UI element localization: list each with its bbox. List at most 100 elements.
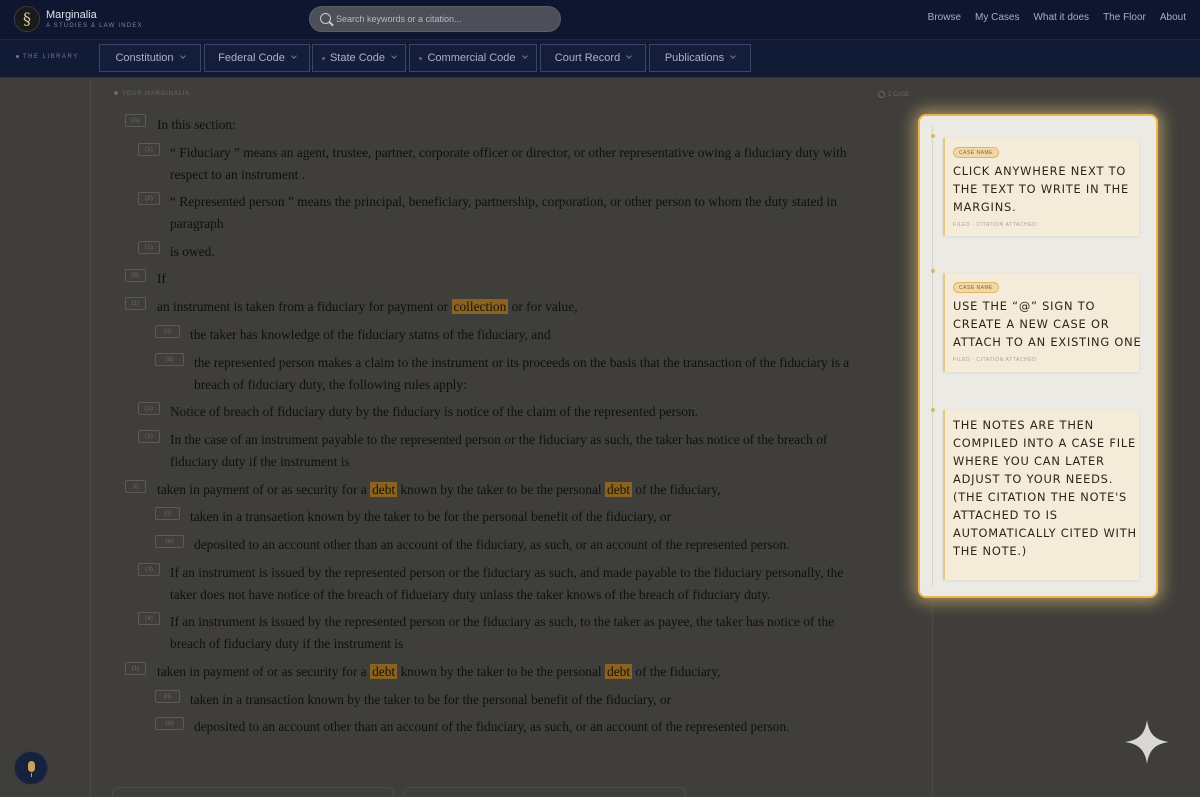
section-tag[interactable]: (2) bbox=[138, 430, 160, 443]
section-tag[interactable]: (A) bbox=[125, 114, 146, 127]
document-line[interactable]: respect to an instrument . bbox=[170, 164, 305, 186]
section-tag[interactable]: (ii) bbox=[155, 507, 180, 520]
document-line[interactable]: the taker has knowledge of the fiduciary… bbox=[190, 324, 551, 346]
top-bar: § Marginalia A STUDIES & LAW INDEX Brows… bbox=[0, 0, 1200, 40]
document-line[interactable]: If an instrument is issued by the repres… bbox=[170, 611, 834, 633]
note-meta: FILED · CITATION ATTACHED bbox=[953, 222, 1037, 228]
document-line[interactable]: If bbox=[157, 268, 166, 290]
document-line[interactable]: deposited to an account other than an ac… bbox=[194, 534, 790, 556]
category-publications[interactable]: Publications bbox=[649, 44, 751, 72]
document-line[interactable]: “ Represented person ” means the princip… bbox=[170, 191, 837, 213]
note-dot-icon bbox=[931, 269, 935, 273]
document-line[interactable]: In the case of an instrument payable to … bbox=[170, 429, 827, 451]
chevron-down-icon bbox=[730, 53, 736, 59]
note-text: WHERE YOU CAN LATER bbox=[953, 454, 1105, 468]
your-marginalia-label: YOUR MARGINALIA bbox=[114, 91, 190, 97]
note-text: COMPILED INTO A CASE FILE bbox=[953, 436, 1136, 450]
brand-tagline: A STUDIES & LAW INDEX bbox=[46, 23, 143, 29]
document-line[interactable]: deposited to an account other than an ac… bbox=[194, 716, 790, 738]
document-line[interactable]: breach of fiduciary duty, the following … bbox=[194, 374, 467, 396]
note-text: MARGINS. bbox=[953, 200, 1017, 214]
search-icon bbox=[320, 13, 331, 24]
note-text: USE THE “@” SIGN TO bbox=[953, 299, 1096, 313]
document-line[interactable]: If an instrument is issued by the repres… bbox=[170, 562, 843, 584]
nav-my-cases[interactable]: My Cases bbox=[975, 12, 1019, 23]
section-tag[interactable]: (1) bbox=[125, 297, 146, 310]
document-line[interactable]: paragraph bbox=[170, 213, 224, 235]
category-commercial-code[interactable]: Commercial Code bbox=[409, 44, 537, 72]
section-tag[interactable]: (1) bbox=[138, 241, 160, 254]
chevron-down-icon bbox=[626, 53, 633, 59]
margin-note[interactable]: CASE NAME USE THE “@” SIGN TO CREATE A N… bbox=[943, 273, 1142, 372]
section-tag[interactable]: (iii) bbox=[155, 535, 184, 548]
top-nav: Browse My Cases What it does The Floor A… bbox=[928, 12, 1186, 23]
section-tag[interactable]: (B) bbox=[125, 269, 146, 282]
section-tag[interactable]: (4) bbox=[138, 612, 160, 625]
margin-note[interactable]: THE NOTES ARE THEN COMPILED INTO A CASE … bbox=[943, 410, 1139, 580]
document-line[interactable]: Notice of breach of fiduciary duty by th… bbox=[170, 401, 698, 423]
document-line[interactable]: an instrument is taken from a fiduciary … bbox=[157, 296, 578, 318]
section-tag[interactable]: (2) bbox=[138, 192, 160, 205]
note-meta: FILED · CITATION ATTACHED bbox=[953, 357, 1037, 363]
section-tag[interactable]: (3) bbox=[138, 563, 160, 576]
brand-name[interactable]: Marginalia bbox=[46, 9, 97, 21]
note-text: ATTACHED TO IS bbox=[953, 508, 1058, 522]
nav-what-it-does[interactable]: What it does bbox=[1033, 12, 1089, 23]
category-federal-code[interactable]: Federal Code bbox=[204, 44, 310, 72]
section-tag[interactable]: (iii) bbox=[155, 353, 184, 366]
search-bar[interactable] bbox=[309, 6, 561, 32]
document-line[interactable]: taker does not have notice of the breach… bbox=[170, 584, 770, 606]
bottom-card[interactable] bbox=[404, 787, 686, 797]
highlight[interactable]: debt bbox=[605, 664, 633, 679]
document-line[interactable]: is owed. bbox=[170, 241, 215, 263]
category-state-code[interactable]: State Code bbox=[312, 44, 406, 72]
document-line[interactable]: In this section: bbox=[157, 114, 236, 136]
logo-icon[interactable]: § bbox=[14, 6, 40, 32]
section-tag[interactable]: (1) bbox=[138, 143, 160, 156]
document-line[interactable]: taken in a transaetion known by the take… bbox=[190, 506, 671, 528]
nav-the-floor[interactable]: The Floor bbox=[1103, 12, 1146, 23]
section-tag[interactable]: (1) bbox=[138, 402, 160, 415]
chevron-down-icon bbox=[179, 53, 186, 59]
sparkle-icon bbox=[1125, 720, 1169, 764]
document-line[interactable]: fiduciary duty if the instrument is bbox=[170, 451, 350, 473]
panel-divider bbox=[932, 126, 933, 586]
chevron-down-icon bbox=[391, 53, 397, 59]
section-tag[interactable]: (iii) bbox=[155, 717, 184, 730]
bullet-icon bbox=[419, 56, 423, 60]
note-text: CLICK ANYWHERE NEXT TO bbox=[953, 164, 1127, 178]
nav-about[interactable]: About bbox=[1160, 12, 1186, 23]
section-tag[interactable]: (ii) bbox=[155, 325, 180, 338]
case-name-pill[interactable]: CASE NAME bbox=[953, 147, 999, 158]
document-line[interactable]: “ Fiduciary ” means an agent, trustee, p… bbox=[170, 142, 847, 164]
note-dot-icon bbox=[931, 408, 935, 412]
category-court-record[interactable]: Court Record bbox=[540, 44, 646, 72]
note-text: ATTACH TO AN EXISTING ONE bbox=[953, 335, 1142, 349]
note-text: ADJUST TO YOUR NEEDS. bbox=[953, 472, 1114, 486]
document-line[interactable]: the represented person makes a claim to … bbox=[194, 352, 849, 374]
chevron-down-icon bbox=[521, 53, 528, 59]
document-line[interactable]: taken in payment of or as security for a… bbox=[157, 661, 720, 683]
microphone-button[interactable] bbox=[14, 751, 48, 785]
document-line[interactable]: breach of fiduciary duty if the instrume… bbox=[170, 633, 403, 655]
margin-note[interactable]: CASE NAME CLICK ANYWHERE NEXT TO THE TEX… bbox=[943, 138, 1139, 236]
dot-icon bbox=[16, 54, 19, 58]
bottom-card[interactable] bbox=[112, 787, 394, 797]
highlight[interactable]: debt bbox=[605, 482, 633, 497]
highlight[interactable]: debt bbox=[370, 664, 398, 679]
case-name-pill[interactable]: CASE NAME bbox=[953, 282, 999, 293]
highlight[interactable]: collection bbox=[451, 299, 509, 314]
section-tag[interactable]: (ii) bbox=[155, 690, 180, 703]
search-input[interactable] bbox=[336, 10, 556, 28]
bullet-icon bbox=[321, 56, 325, 60]
document-line[interactable]: taken in a transaction known by the take… bbox=[190, 689, 671, 711]
nav-browse[interactable]: Browse bbox=[928, 12, 961, 23]
section-tag[interactable]: (i) bbox=[125, 480, 146, 493]
highlight[interactable]: debt bbox=[370, 482, 398, 497]
case-count[interactable]: 1 CASE bbox=[878, 91, 909, 98]
document-line[interactable]: taken in payment of or as security for a… bbox=[157, 479, 720, 501]
section-tag[interactable]: (1) bbox=[125, 662, 146, 675]
category-bar: THE LIBRARY Constitution Federal Code St… bbox=[0, 40, 1200, 78]
category-constitution[interactable]: Constitution bbox=[99, 44, 201, 72]
note-text: (THE CITATION THE NOTE'S bbox=[953, 490, 1128, 504]
